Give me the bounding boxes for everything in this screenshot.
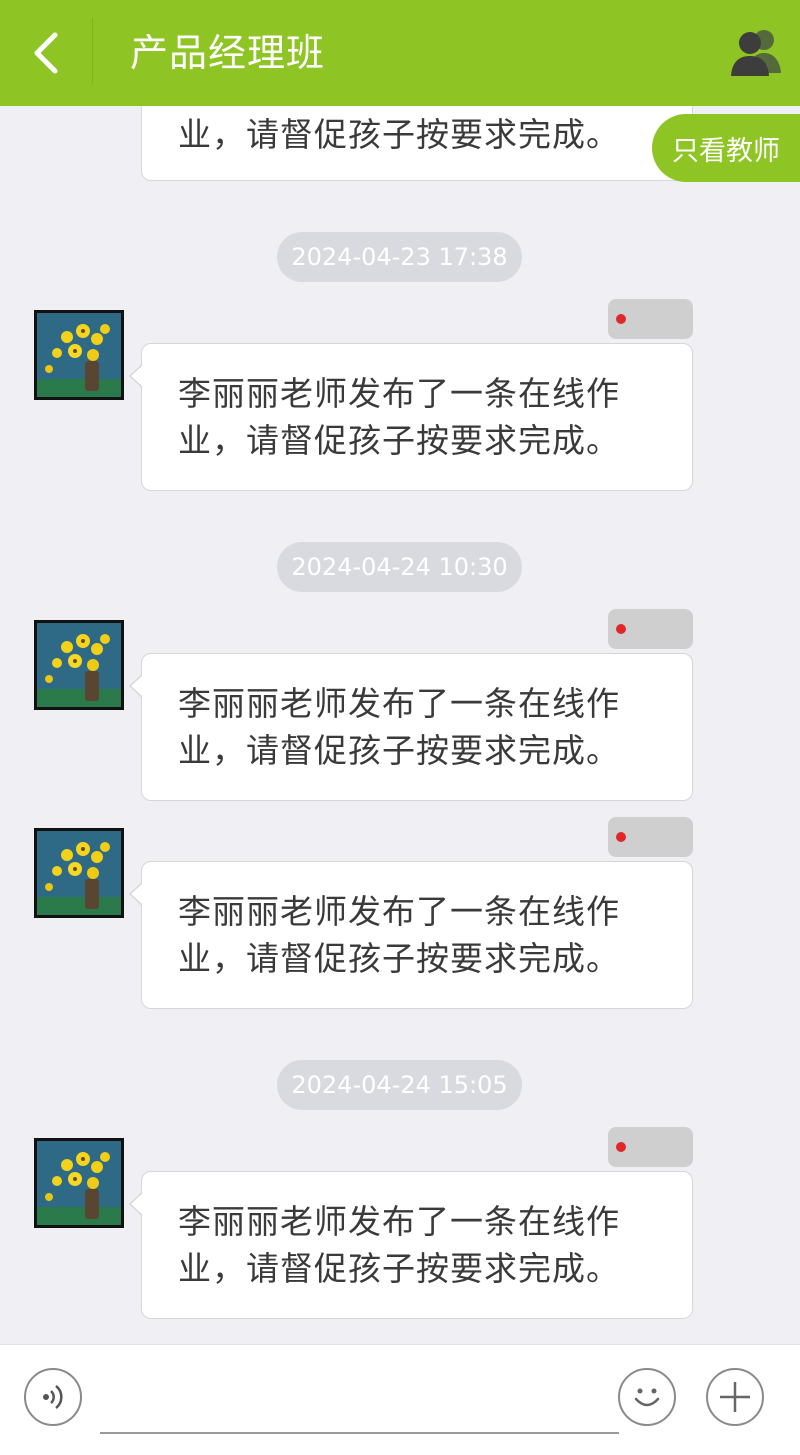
- page-title: 产品经理班: [130, 31, 326, 75]
- avatar[interactable]: [34, 828, 124, 918]
- back-button[interactable]: [0, 0, 92, 106]
- sunflower-vase-image: [37, 623, 121, 707]
- timestamp-pill: 2024-04-23 17:38: [277, 232, 522, 282]
- message-bubble[interactable]: 李丽丽老师发布了一条在线作 业，请督促孩子按要求完成。: [129, 343, 693, 491]
- message-bubble[interactable]: 李丽丽老师发布了一条在线作 业，请督促孩子按要求完成。: [129, 653, 693, 801]
- voice-icon: [43, 1385, 63, 1409]
- message-text: 业，请督促孩子按要求完成。: [178, 1249, 620, 1288]
- message-text: 业，请督促孩子按要求完成。: [178, 115, 620, 154]
- avatar[interactable]: [34, 310, 124, 400]
- class-members-button[interactable]: [726, 18, 786, 84]
- sender-name-tag: [608, 1127, 693, 1167]
- unread-dot: [616, 832, 626, 842]
- avatar[interactable]: [34, 1138, 124, 1228]
- message-text: 李丽丽老师发布了一条在线作: [178, 892, 620, 931]
- sunflower-vase-image: [37, 1141, 121, 1225]
- top-bar: 产品经理班: [0, 0, 800, 106]
- sender-name-tag: [608, 609, 693, 649]
- unread-dot: [616, 1142, 626, 1152]
- message-text: 业，请督促孩子按要求完成。: [178, 939, 620, 978]
- sunflower-vase-image: [37, 831, 121, 915]
- teacher-only-filter-button[interactable]: 只看教师: [652, 114, 800, 182]
- more-button[interactable]: [706, 1368, 764, 1426]
- avatar[interactable]: [34, 620, 124, 710]
- message-text: 李丽丽老师发布了一条在线作: [178, 374, 620, 413]
- message-text: 业，请督促孩子按要求完成。: [178, 731, 620, 770]
- emoji-icon: [634, 1388, 660, 1407]
- voice-button[interactable]: [24, 1368, 82, 1426]
- message-input[interactable]: [100, 1362, 619, 1434]
- message-text: 李丽丽老师发布了一条在线作: [178, 684, 620, 723]
- header-divider: [92, 18, 93, 84]
- timestamp-pill: 2024-04-24 10:30: [277, 542, 522, 592]
- message-text: 业，请督促孩子按要求完成。: [178, 421, 620, 460]
- message-bubble[interactable]: 李丽丽老师发布了一条在线作 业，请督促孩子按要求完成。: [129, 1171, 693, 1319]
- timestamp-pill: 2024-04-24 15:05: [277, 1060, 522, 1110]
- sender-name-tag: [608, 299, 693, 339]
- group-icon: [731, 30, 781, 76]
- chevron-left-icon: [34, 32, 58, 74]
- emoji-button[interactable]: [618, 1368, 676, 1426]
- unread-dot: [616, 624, 626, 634]
- message-text: 李丽丽老师发布了一条在线作: [178, 1202, 620, 1241]
- sender-name-tag: [608, 817, 693, 857]
- plus-icon: [720, 1382, 750, 1412]
- message-bubble[interactable]: 李丽丽老师发布了一条在线作 业，请督促孩子按要求完成。: [129, 861, 693, 1009]
- sunflower-vase-image: [37, 313, 121, 397]
- unread-dot: [616, 314, 626, 324]
